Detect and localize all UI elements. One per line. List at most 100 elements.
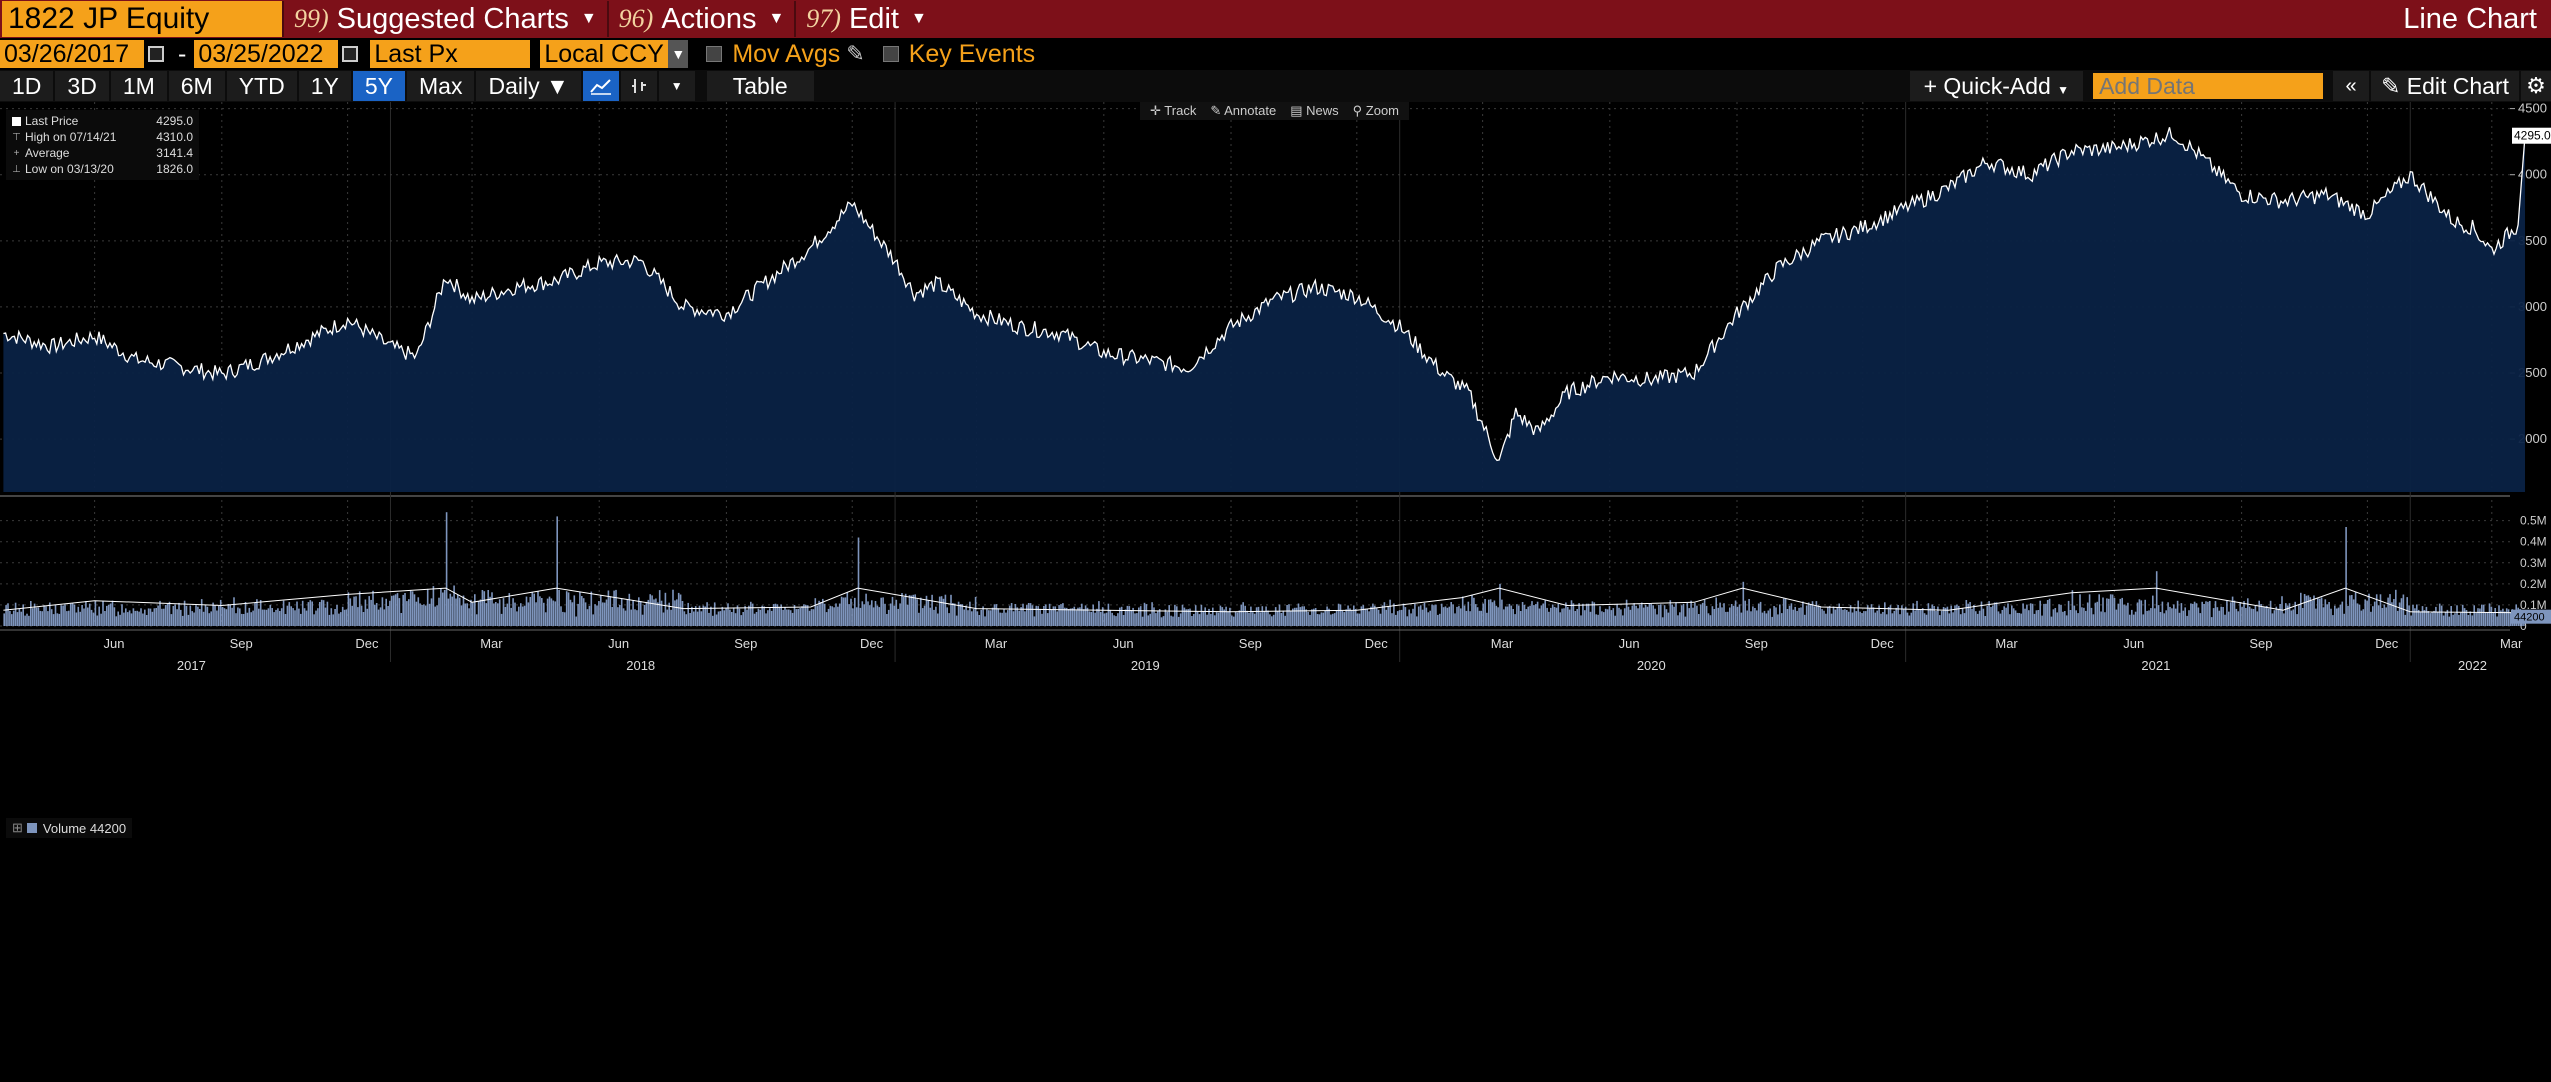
volume-bar — [1402, 603, 1405, 626]
gear-icon[interactable]: ⚙ — [2521, 71, 2551, 101]
volume-bar — [1322, 612, 1325, 626]
volume-bar — [216, 610, 218, 626]
line-chart-icon[interactable] — [582, 71, 619, 101]
volume-bar — [657, 602, 659, 626]
volume-bar — [2218, 610, 2221, 626]
legend-row-last[interactable]: Last Price 4295.0 — [12, 113, 193, 129]
volume-bar — [2303, 594, 2306, 626]
volume-bar — [1151, 602, 1153, 626]
x-tick-month-label: Sep — [1239, 636, 1262, 651]
volume-bar — [163, 608, 165, 626]
volume-bar — [136, 610, 138, 626]
range-ytd-button[interactable]: YTD — [226, 71, 297, 101]
volume-bar — [2372, 606, 2374, 626]
volume-bar — [1984, 616, 1987, 626]
volume-bar — [607, 590, 610, 626]
volume-bar — [986, 609, 988, 626]
volume-bar — [573, 595, 576, 626]
bar-chart-icon[interactable] — [620, 71, 657, 101]
volume-bar — [1725, 611, 1727, 626]
volume-value: 44200 — [89, 820, 127, 836]
annotate-tool[interactable]: ✎ Annotate — [1210, 103, 1276, 119]
mov-avgs-checkbox[interactable] — [706, 46, 723, 62]
key-events-checkbox[interactable] — [882, 46, 899, 62]
volume-bar — [548, 596, 551, 626]
volume-bar — [455, 598, 457, 626]
range-1d-button[interactable]: 1D — [0, 71, 54, 101]
volume-bar — [533, 593, 535, 626]
table-button[interactable]: Table — [706, 71, 814, 101]
end-date-field[interactable]: 03/25/2022 — [194, 40, 339, 68]
range-1y-button[interactable]: 1Y — [298, 71, 351, 101]
volume-bar — [1410, 613, 1412, 626]
quick-add-button[interactable]: + Quick-Add ▼ — [1909, 71, 2084, 101]
volume-bar — [751, 603, 754, 626]
volume-bar — [880, 597, 882, 626]
volume-bar — [1255, 607, 1258, 626]
volume-bar — [2165, 610, 2167, 626]
volume-bar — [462, 595, 465, 626]
volume-bar — [1918, 609, 1920, 626]
volume-bar — [918, 612, 920, 626]
price-volume-chart[interactable]: 2000250030003500400045004295.000.1M0.2M0… — [0, 102, 2551, 1082]
start-date-field[interactable]: 03/26/2017 — [0, 40, 144, 68]
volume-legend[interactable]: ⊞ Volume 44200 — [6, 818, 133, 838]
volume-bar — [1529, 605, 1531, 626]
range-max-button[interactable]: Max — [407, 71, 475, 101]
chart-style-dropdown-icon[interactable]: ▼ — [658, 71, 695, 101]
volume-bar — [1155, 613, 1157, 626]
volume-bar — [2250, 608, 2253, 626]
volume-bar — [271, 608, 273, 626]
zoom-tool[interactable]: ⚲ Zoom — [1353, 103, 1399, 119]
volume-bar — [808, 610, 811, 626]
suggested-charts-menu[interactable]: 99) Suggested Charts ▼ — [282, 1, 607, 37]
range-6m-button[interactable]: 6M — [168, 71, 225, 101]
edit-menu[interactable]: 97) Edit ▼ — [794, 1, 937, 37]
range-1m-button[interactable]: 1M — [110, 71, 167, 101]
average-marker-icon: + — [13, 147, 20, 159]
track-tool[interactable]: ✛ Track — [1150, 103, 1196, 119]
legend-row-average[interactable]: + Average 3141.4 — [12, 145, 193, 161]
chevron-down-icon[interactable]: ▼ — [668, 40, 689, 68]
volume-bar — [282, 600, 285, 626]
volume-bar — [1267, 610, 1269, 626]
volume-bar — [1435, 604, 1437, 626]
range-3d-button[interactable]: 3D — [55, 71, 109, 101]
volume-bar — [1431, 604, 1433, 626]
volume-bar — [543, 602, 545, 626]
volume-bar — [56, 613, 59, 626]
volume-bar — [1349, 608, 1351, 626]
currency-dropdown[interactable]: Local CCY — [540, 40, 669, 68]
volume-bar — [466, 603, 468, 626]
field-selector[interactable]: Last Px — [370, 40, 531, 68]
add-data-input[interactable] — [2093, 73, 2324, 99]
volume-bar — [1084, 605, 1087, 626]
volume-bar — [2381, 608, 2384, 626]
volume-bar — [2136, 602, 2139, 626]
ticker-field[interactable]: 1822 JP Equity — [2, 1, 282, 37]
volume-bar — [1557, 604, 1560, 626]
calendar-icon[interactable] — [342, 46, 359, 62]
volume-bar — [263, 609, 266, 626]
calendar-icon[interactable] — [148, 46, 164, 62]
pencil-icon[interactable]: ✎ — [846, 41, 864, 67]
volume-bar — [510, 607, 512, 626]
high-marker-icon: ⊤ — [12, 131, 21, 143]
volume-bar — [1963, 613, 1966, 626]
period-dropdown[interactable]: Daily ▼ — [476, 71, 581, 101]
edit-chart-label: Edit Chart — [2406, 73, 2509, 99]
range-5y-button[interactable]: 5Y — [352, 71, 405, 101]
collapse-icon[interactable]: « — [2333, 71, 2370, 101]
volume-bar — [2100, 611, 2102, 626]
legend-row-low[interactable]: ⊥ Low on 03/13/20 1826.0 — [12, 161, 193, 177]
volume-bar — [1168, 605, 1170, 626]
volume-bar — [2345, 527, 2347, 626]
news-tool[interactable]: ▤ News — [1290, 103, 1338, 119]
x-tick-year-label: 2020 — [1637, 658, 1666, 673]
volume-bar — [324, 607, 327, 626]
actions-menu[interactable]: 96) Actions ▼ — [606, 1, 795, 37]
volume-bar — [1396, 611, 1399, 626]
legend-row-high[interactable]: ⊤ High on 07/14/21 4310.0 — [12, 129, 193, 145]
volume-bar — [584, 602, 587, 626]
edit-chart-button[interactable]: ✎ Edit Chart — [2371, 71, 2519, 101]
